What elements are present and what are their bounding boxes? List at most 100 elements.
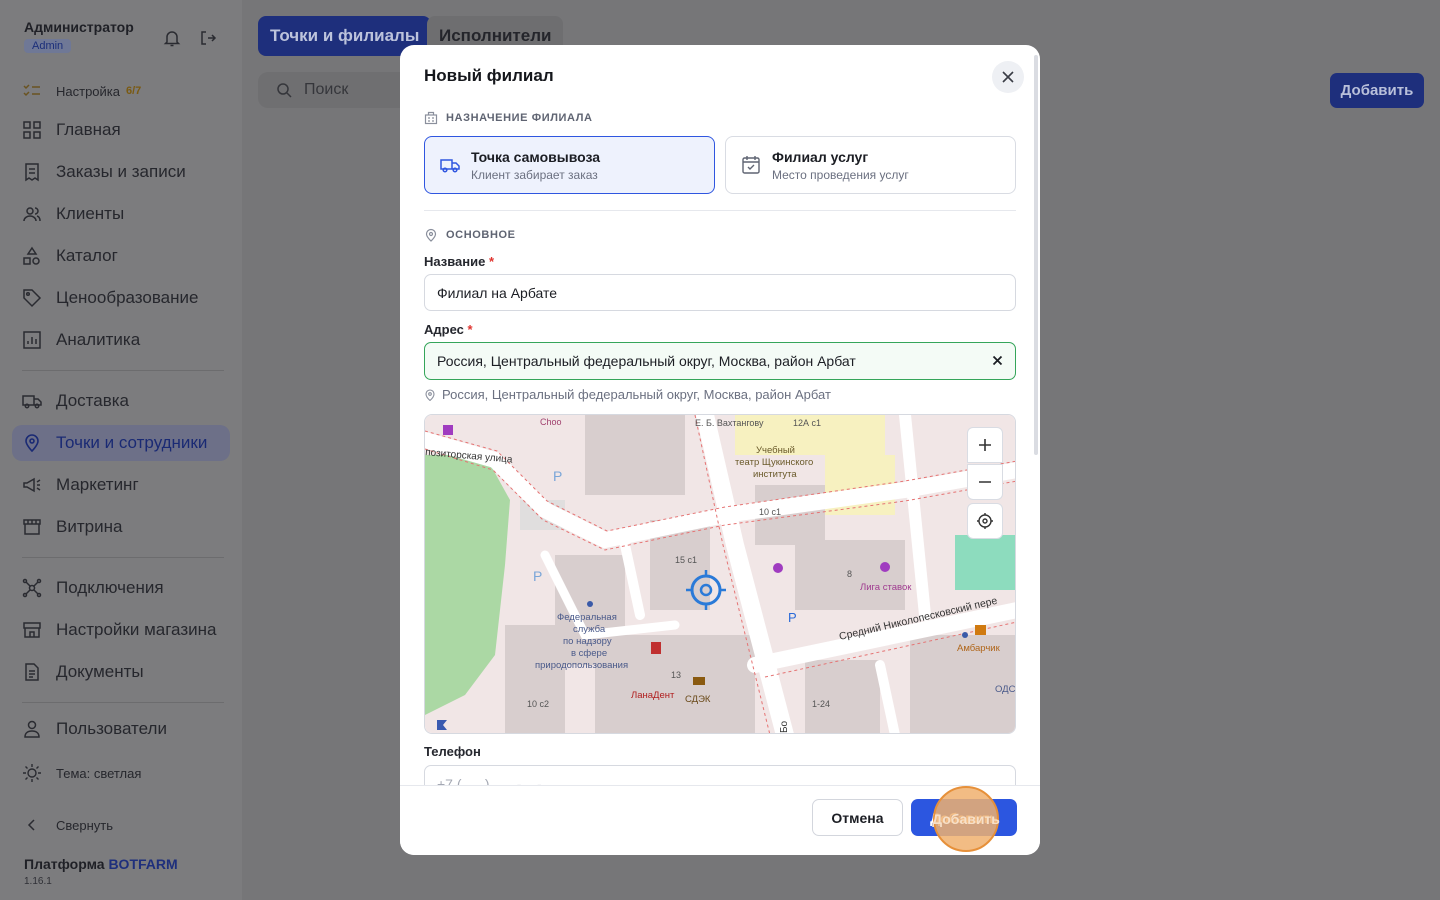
- sidebar-item-locations[interactable]: Точки и сотрудники: [12, 425, 230, 461]
- parking-icon: P: [788, 610, 797, 625]
- map-poi-label: Choo: [540, 417, 562, 427]
- checklist-icon: [23, 84, 40, 97]
- map-poi-label: Амбарчик: [957, 643, 1001, 654]
- address-suggestion[interactable]: Россия, Центральный федеральный округ, М…: [424, 387, 831, 402]
- clothes-shop-icon: [443, 425, 453, 435]
- grid-icon: [23, 121, 41, 139]
- basic-section-text: ОСНОВНОЕ: [446, 229, 516, 241]
- document-icon: [25, 663, 39, 681]
- parking-icon: P: [553, 468, 562, 484]
- theme-label: Тема: светлая: [56, 765, 142, 781]
- betting-icon: [880, 562, 890, 572]
- sidebar-item-shop-settings[interactable]: Настройки магазина: [12, 612, 230, 648]
- user-icon: [24, 720, 40, 738]
- phone-label: Телефон: [424, 744, 481, 759]
- required-mark: *: [467, 322, 473, 337]
- sidebar-item-clients[interactable]: Клиенты: [12, 196, 230, 232]
- clear-icon[interactable]: [992, 355, 1003, 366]
- sidebar-item-label: Подключения: [56, 578, 164, 597]
- poi-dot: [962, 632, 968, 638]
- sidebar-item-label: Каталог: [56, 246, 118, 265]
- sidebar-item-documents[interactable]: Документы: [12, 654, 230, 690]
- add-location-button[interactable]: Добавить: [1330, 73, 1424, 108]
- setup-progress-count: 6/7: [126, 85, 142, 97]
- search-placeholder: Поиск: [304, 81, 349, 98]
- plus-icon: [979, 439, 991, 451]
- calendar-check-icon: [742, 156, 760, 174]
- name-label: Название *: [424, 254, 494, 269]
- sidebar-item-label: Аналитика: [56, 330, 141, 349]
- address-label-text: Адрес: [424, 322, 464, 337]
- purpose-option-pickup[interactable]: Точка самовывоза Клиент забирает заказ: [424, 136, 715, 194]
- map-building: [505, 625, 565, 733]
- sidebar-item-integrations[interactable]: Подключения: [12, 570, 230, 606]
- map-building-number: 12А с1: [793, 418, 821, 428]
- bell-icon[interactable]: [162, 28, 182, 48]
- map-poi-label: служба: [573, 624, 606, 635]
- collapse-sidebar-button[interactable]: Свернуть: [12, 812, 230, 838]
- zoom-out-button[interactable]: [967, 464, 1003, 500]
- modal-scrollbar[interactable]: [1034, 55, 1038, 455]
- chart-icon: [23, 331, 41, 349]
- zoom-in-button[interactable]: [967, 427, 1003, 463]
- cancel-button[interactable]: Отмена: [812, 799, 903, 836]
- name-field[interactable]: Филиал на Арбате: [424, 274, 1016, 311]
- sidebar-item-label: Клиенты: [56, 204, 125, 223]
- map-building-number: 15 с1: [675, 555, 697, 565]
- sidebar-item-label: Главная: [56, 120, 121, 139]
- geolocate-button[interactable]: [967, 503, 1003, 539]
- address-field[interactable]: Россия, Центральный федеральный округ, М…: [424, 342, 1016, 380]
- sidebar-item-delivery[interactable]: Доставка: [12, 383, 230, 419]
- map-poi-label: природопользования: [535, 660, 628, 671]
- sidebar-item-pricing[interactable]: Ценообразование: [12, 280, 230, 316]
- address-suggestion-text: Россия, Центральный федеральный округ, М…: [442, 387, 831, 402]
- click-highlight: Добавить: [932, 786, 1000, 852]
- map-canvas[interactable]: позиторская улица Средний Николопесковск…: [425, 415, 1016, 734]
- address-label: Адрес *: [424, 322, 473, 337]
- tag-icon: [23, 289, 42, 308]
- sidebar-item-marketing[interactable]: Маркетинг: [12, 467, 230, 503]
- sun-icon: [23, 764, 41, 782]
- map-poi-label: ОДС: [995, 684, 1016, 695]
- sidebar-item-label: Пользователи: [56, 719, 167, 738]
- sidebar-item-setup[interactable]: Настройка 6/7: [12, 78, 230, 104]
- search-icon: [277, 83, 292, 98]
- map-view[interactable]: позиторская улица Средний Николопесковск…: [424, 414, 1016, 734]
- sidebar-item-users[interactable]: Пользователи: [12, 711, 230, 747]
- cafe-icon: [975, 625, 986, 635]
- close-button[interactable]: [992, 61, 1024, 93]
- sidebar-item-analytics[interactable]: Аналитика: [12, 322, 230, 358]
- map-building-number: 13: [671, 670, 681, 680]
- purpose-option-services[interactable]: Филиал услуг Место проведения услуг: [725, 136, 1016, 194]
- search-input[interactable]: Поиск: [258, 72, 418, 108]
- platform-brand: BOTFARM: [108, 856, 178, 872]
- map-poi-label: Е. Б. Вахтангову: [695, 418, 764, 428]
- logout-icon[interactable]: [198, 28, 218, 48]
- truck-icon: [440, 159, 460, 173]
- sidebar-item-storefront[interactable]: Витрина: [12, 509, 230, 545]
- post-icon: [693, 677, 705, 685]
- theme-toggle[interactable]: Тема: светлая: [12, 760, 230, 786]
- poi-dot: [587, 601, 593, 607]
- sidebar-item-home[interactable]: Главная: [12, 112, 230, 148]
- map-poi-label: театр Щукинского: [735, 457, 813, 468]
- sidebar-divider: [22, 702, 224, 703]
- map-building-number: 10 с1: [759, 507, 781, 517]
- map-poi-label: Лига ставок: [860, 582, 912, 593]
- sidebar-item-label: Маркетинг: [56, 475, 139, 494]
- users-icon: [23, 207, 41, 222]
- sidebar-item-label: Витрина: [56, 517, 123, 536]
- shop-icon: [773, 563, 783, 573]
- purpose-section-text: НАЗНАЧЕНИЕ ФИЛИАЛА: [446, 112, 593, 124]
- map-building: [595, 635, 755, 733]
- section-divider: [424, 210, 1016, 211]
- required-mark: *: [489, 254, 495, 269]
- new-branch-modal: Новый филиал НАЗНАЧЕНИЕ ФИЛИАЛА Точка са…: [400, 45, 1040, 855]
- dentist-icon: [651, 642, 661, 654]
- map-building-number: 8: [847, 569, 852, 579]
- sidebar-item-orders[interactable]: Заказы и записи: [12, 154, 230, 190]
- sidebar-item-label: Настройки магазина: [56, 620, 217, 639]
- basic-section-label: ОСНОВНОЕ: [424, 228, 516, 242]
- sidebar-item-label: Ценообразование: [56, 288, 199, 307]
- sidebar-item-catalog[interactable]: Каталог: [12, 238, 230, 274]
